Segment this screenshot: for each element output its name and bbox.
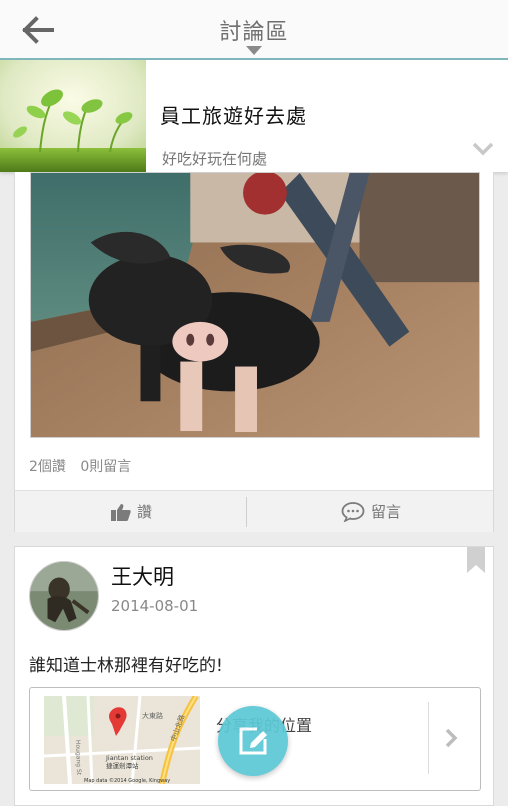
group-thumbnail — [0, 60, 146, 172]
map-attribution: Map data ©2014 Google, Kingway — [84, 777, 170, 784]
post-stats: 2個讚 0則留言 — [29, 456, 131, 476]
group-banner[interactable]: 員工旅遊好去處 好吃好玩在何處 — [0, 60, 508, 172]
map-thumbnail[interactable]: 大東路 中山北路 Jiantan station 捷運劍潭站 Hougang S… — [44, 696, 200, 784]
like-count: 2個讚 — [29, 459, 66, 475]
post-card: 2個讚 0則留言 讚 留言 — [14, 172, 494, 532]
comment-label: 留言 — [371, 503, 402, 521]
comment-count: 0則留言 — [80, 459, 132, 475]
group-name: 員工旅遊好去處 — [160, 104, 307, 128]
action-divider — [246, 497, 247, 527]
page-title: 討論區 — [219, 20, 289, 45]
chevron-right-icon[interactable] — [444, 728, 458, 748]
post-actions: 讚 留言 — [15, 490, 493, 532]
group-subtitle: 好吃好玩在何處 — [162, 150, 268, 168]
post-text: 誰知道士林那裡有好吃的! — [29, 656, 223, 676]
like-label: 讚 — [137, 503, 153, 521]
avatar[interactable] — [29, 561, 99, 631]
post-author: 王大明 — [111, 565, 174, 589]
top-bar: 討論區 — [0, 0, 508, 60]
road-label: Hougang St — [74, 740, 82, 776]
comment-button[interactable]: 留言 — [341, 491, 401, 532]
post-photo[interactable] — [30, 172, 480, 438]
station-label: 捷運劍潭站 — [106, 761, 139, 770]
bookmark-icon[interactable] — [467, 547, 485, 573]
location-divider — [428, 702, 429, 774]
compose-pencil-icon — [239, 727, 267, 755]
like-button[interactable]: 讚 — [111, 491, 152, 532]
thumbs-up-icon — [111, 503, 131, 521]
road-label: 大東路 — [142, 711, 163, 720]
caret-down-icon[interactable] — [246, 46, 262, 55]
post-date: 2014-08-01 — [111, 597, 199, 615]
speech-bubble-icon — [341, 501, 365, 522]
compose-button[interactable] — [218, 706, 288, 776]
station-label: Jiantan station — [105, 754, 153, 762]
chevron-down-icon[interactable] — [472, 142, 494, 156]
